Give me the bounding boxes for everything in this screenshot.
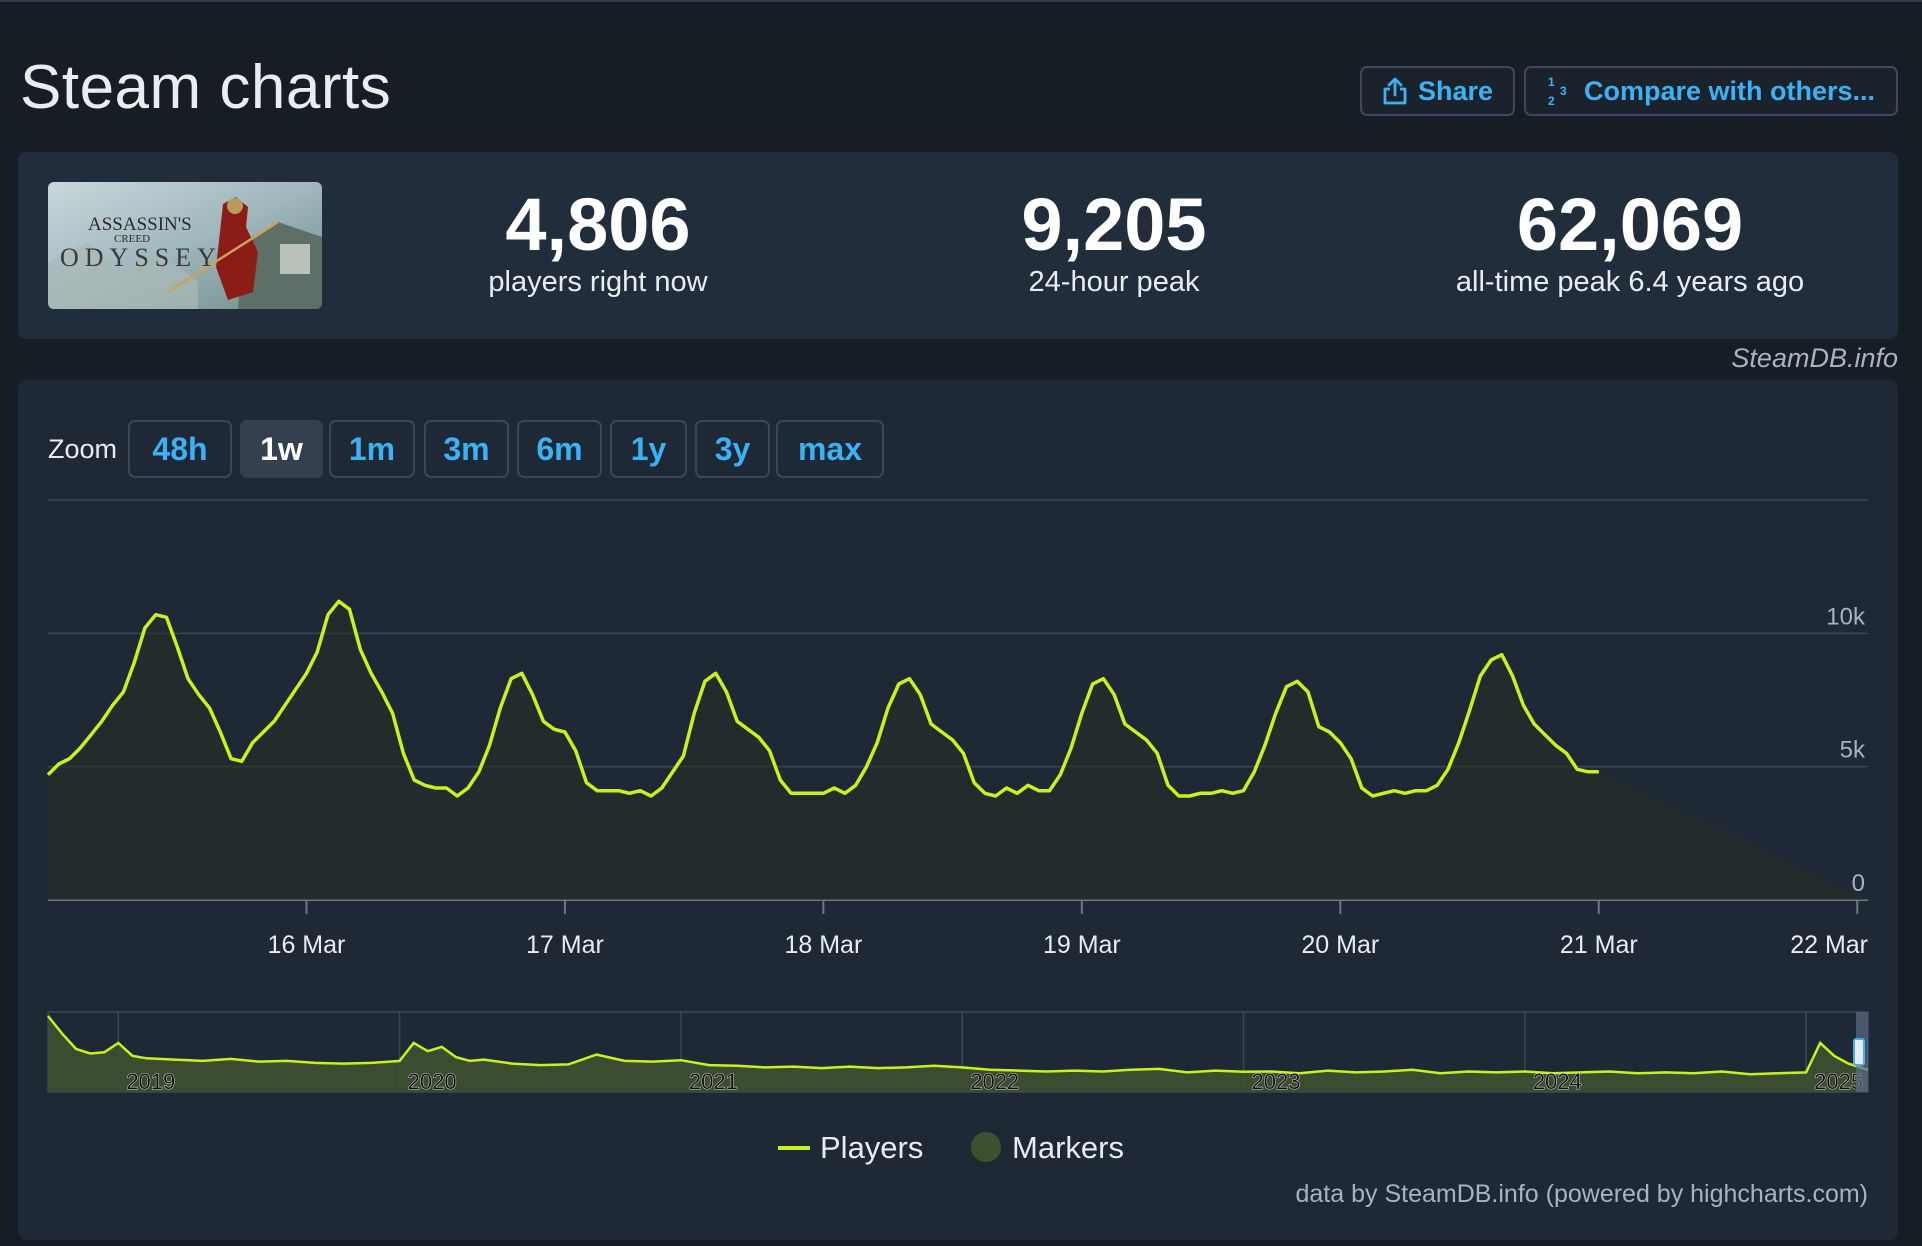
navigator-year-label: 2022 [970, 1069, 1019, 1094]
share-label: Share [1418, 75, 1494, 106]
compare-button[interactable]: 1 3 2 Compare with others... [1524, 66, 1898, 116]
x-tick-label: 22 Mar [1790, 931, 1868, 959]
x-tick-label: 21 Mar [1560, 931, 1638, 959]
thumb-line1: ASSASSIN'S [88, 214, 192, 235]
game-thumbnail[interactable]: ASSASSIN'S CREED ODYSSEY [48, 182, 322, 309]
svg-text:3: 3 [1560, 84, 1567, 98]
stat-label: all-time peak 6.4 years ago [1455, 266, 1805, 298]
game-artwork: ASSASSIN'S CREED ODYSSEY [48, 182, 322, 309]
svg-text:2: 2 [1548, 94, 1555, 108]
y-tick-label: 0 [1852, 870, 1865, 897]
watermark: SteamDB.info [1731, 343, 1898, 373]
navigator-year-label: 2020 [408, 1069, 457, 1094]
navigator-year-label: 2023 [1252, 1069, 1301, 1094]
y-tick-label: 5k [1840, 737, 1866, 764]
stat-label: players right now [488, 266, 708, 298]
stat-24h-peak: 9,205 24-hour peak [854, 182, 1374, 300]
share-button[interactable]: Share [1360, 66, 1515, 116]
compare-numbers-icon: 1 3 2 [1548, 75, 1567, 108]
svg-text:1: 1 [1548, 75, 1555, 89]
chart-credit[interactable]: data by SteamDB.info (powered by highcha… [1296, 1180, 1869, 1209]
legend-players-label[interactable]: Players [820, 1130, 923, 1165]
legend-markers-swatch [971, 1132, 1001, 1162]
y-tick-label: 10k [1826, 603, 1866, 630]
stat-value: 4,806 [505, 183, 691, 266]
players-area [48, 601, 1868, 900]
compare-label: Compare with others... [1584, 75, 1876, 106]
stat-value: 62,069 [1516, 183, 1744, 266]
x-tick-label: 20 Mar [1301, 931, 1379, 959]
thumb-line3: ODYSSEY [60, 243, 222, 272]
x-tick-label: 19 Mar [1043, 931, 1121, 959]
chart-panel: Zoom 48h 1w 1m 3m 6m 1y 3y max 0 5k 10k 16 Mar 17 M… [18, 380, 1898, 1240]
navigator-year-label: 2024 [1533, 1069, 1582, 1094]
page-title: Steam charts [20, 53, 392, 122]
navigator-year-label: 2025 [1814, 1069, 1863, 1094]
navigator-handle[interactable] [1853, 1038, 1865, 1066]
navigator-year-label: 2021 [689, 1069, 738, 1094]
x-tick-label: 18 Mar [784, 931, 862, 959]
player-chart[interactable]: 0 5k 10k 16 Mar 17 Mar 18 Mar 19 Mar 20 Mar 21 M… [18, 380, 1898, 1180]
stat-label: 24-hour peak [1028, 266, 1200, 298]
navigator-year-label: 2019 [126, 1069, 175, 1094]
x-tick-label: 16 Mar [268, 931, 346, 959]
share-icon [1383, 77, 1407, 105]
stat-current-players: 4,806 players right now [338, 182, 858, 300]
stats-panel: ASSASSIN'S CREED ODYSSEY 4,806 players r… [18, 152, 1898, 339]
stat-value: 9,205 [1021, 183, 1207, 266]
x-tick-label: 17 Mar [526, 931, 604, 959]
legend-markers-label[interactable]: Markers [1012, 1130, 1124, 1165]
top-border [0, 0, 1922, 2]
stat-all-time-peak: 62,069 all-time peak 6.4 years ago [1370, 182, 1890, 300]
